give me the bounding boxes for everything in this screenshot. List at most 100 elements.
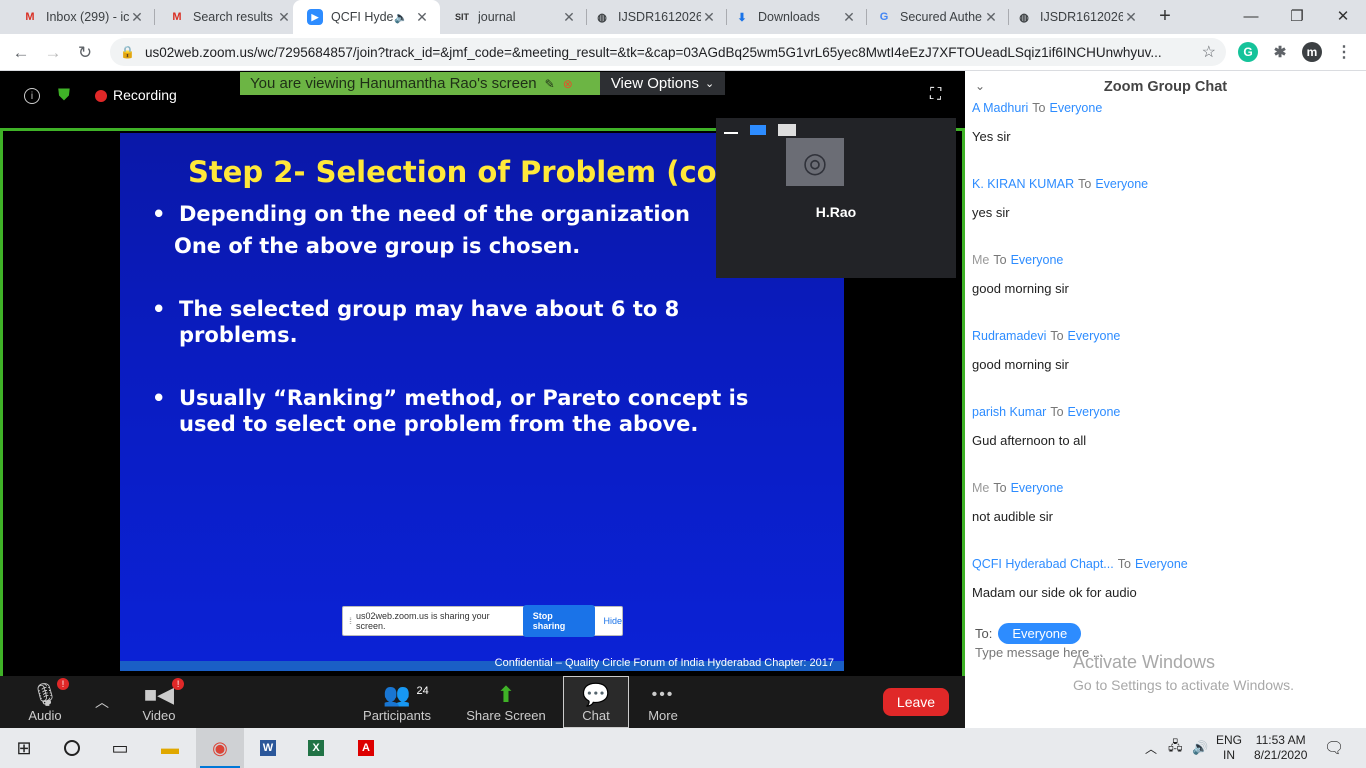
task-view-icon[interactable]: ▭	[96, 728, 144, 768]
close-tab-icon[interactable]: ✕	[129, 9, 145, 26]
slide-footer-text: Confidential – Quality Circle Forum of I…	[494, 657, 834, 669]
chat-message: parish Kumar To Everyone Gud afternoon to a…	[972, 405, 1120, 448]
info-icon[interactable]: i	[24, 88, 40, 104]
tab-secured-auth[interactable]: G Secured Authe ✕	[862, 0, 1009, 34]
new-tab-button[interactable]: +	[1150, 0, 1180, 32]
recipient-dropdown[interactable]: Everyone	[998, 623, 1082, 644]
pen-icon[interactable]: ✎	[545, 77, 555, 91]
chat-sender[interactable]: Me	[972, 253, 989, 267]
close-tab-icon[interactable]: ✕	[414, 9, 430, 26]
chat-message: QCFI Hyderabad Chapt... To Everyone Madam o…	[972, 557, 1188, 600]
tab-inbox[interactable]: M Inbox (299) - ic ✕	[8, 0, 155, 34]
profile-avatar[interactable]: m	[1302, 42, 1322, 62]
chat-panel: ⌄ Zoom Group Chat A Madhuri To Everyone Yes…	[965, 71, 1366, 728]
tab-downloads[interactable]: ⬇ Downloads ✕	[720, 0, 867, 34]
search-icon[interactable]	[48, 728, 96, 768]
restore-button[interactable]: ❐	[1274, 0, 1320, 32]
windows-taskbar: ⊞ ▭ ▬ ◉ W X A ︿ 🖧 🔊 ENG IN 11:53 AM 8/21…	[0, 728, 1366, 768]
windows-start-icon[interactable]: ⊞	[0, 728, 48, 768]
file-explorer-icon[interactable]: ▬	[146, 728, 194, 768]
stop-sharing-button[interactable]: Stop sharing	[522, 605, 596, 637]
network-icon[interactable]: 🖧	[1168, 728, 1183, 768]
view-options-button[interactable]: View Options ⌄	[600, 72, 725, 95]
chat-sender[interactable]: Me	[972, 481, 989, 495]
participants-icon: 👥 24	[383, 681, 429, 707]
tab-ijsdr-2[interactable]: ◍ IJSDR1612026 ✕	[1002, 0, 1149, 34]
gallery-view-icon[interactable]	[778, 124, 796, 136]
more-button[interactable]: ••• More	[640, 676, 686, 728]
chat-recipient: Everyone	[1010, 481, 1064, 495]
tab-qcfi-zoom[interactable]: ▶ QCFI Hyde 🔈 ✕	[293, 0, 440, 34]
close-tab-icon[interactable]: ✕	[841, 9, 857, 26]
gmail-icon: M	[172, 11, 182, 23]
chat-to-word: To	[1078, 177, 1092, 191]
windows-activation-watermark: Activate Windows Go to Settings to activ…	[1073, 652, 1294, 693]
audio-button[interactable]: 🎙! Audio	[20, 676, 70, 728]
clock[interactable]: 11:53 AM 8/21/2020	[1254, 728, 1307, 768]
chat-message: K. KIRAN KUMAR To Everyone yes sir	[972, 177, 1149, 220]
chat-sender[interactable]: Rudramadevi	[972, 329, 1046, 343]
close-window-button[interactable]: ✕	[1320, 0, 1366, 32]
close-tab-icon[interactable]: ✕	[701, 9, 717, 26]
shield-icon[interactable]: ⛊	[58, 87, 70, 105]
grammarly-icon[interactable]: G	[1238, 42, 1258, 62]
speaker-view-icon[interactable]	[750, 125, 766, 135]
drag-handle-icon[interactable]: ⁞⁞	[349, 616, 352, 626]
language-indicator[interactable]: ENG IN	[1216, 728, 1242, 768]
stop-annotation-icon[interactable]: ⊗	[563, 77, 573, 91]
tab-ijsdr-1[interactable]: ◍ IJSDR1612026 ✕	[580, 0, 727, 34]
bookmark-star-icon[interactable]: ☆	[1202, 42, 1216, 62]
volume-icon[interactable]: 🔊	[1192, 728, 1208, 768]
chat-sender[interactable]: QCFI Hyderabad Chapt...	[972, 557, 1114, 571]
zoom-icon: ▶	[307, 9, 323, 25]
chat-sender[interactable]: A Madhuri	[972, 101, 1028, 115]
audio-options-button[interactable]: ︿	[90, 676, 114, 728]
chat-recipient: Everyone	[1095, 177, 1149, 191]
notifications-icon[interactable]: 🗨	[1324, 728, 1344, 768]
minimize-button[interactable]: —	[1228, 0, 1274, 32]
menu-icon[interactable]: ⋮	[1334, 42, 1354, 62]
leave-button[interactable]: Leave	[883, 688, 949, 716]
chat-message-text: good morning sir	[972, 357, 1069, 372]
share-screen-button[interactable]: ⬆ Share Screen	[466, 676, 546, 728]
speaker-icon[interactable]: 🔈	[394, 11, 408, 24]
screen-share-notice: ⁞⁞ us02web.zoom.us is sharing your scree…	[342, 605, 623, 637]
hide-notice-button[interactable]: Hide	[603, 616, 622, 626]
excel-icon[interactable]: X	[292, 728, 340, 768]
share-notice-text: us02web.zoom.us is sharing your screen.	[356, 611, 490, 631]
chevron-up-icon: ︿	[95, 694, 109, 710]
chat-button[interactable]: 💬 Chat	[563, 676, 629, 728]
video-button[interactable]: ■◀! Video	[132, 676, 186, 728]
reload-icon[interactable]: ↻	[72, 40, 98, 66]
forward-icon[interactable]: →	[40, 40, 66, 66]
close-tab-icon[interactable]: ✕	[276, 9, 292, 26]
chat-recipient: Everyone	[1067, 329, 1121, 343]
chat-sender[interactable]: K. KIRAN KUMAR	[972, 177, 1074, 191]
participant-thumbnail[interactable]: ◎ H.Rao	[716, 118, 956, 278]
word-icon[interactable]: W	[244, 728, 292, 768]
acrobat-icon[interactable]: A	[342, 728, 390, 768]
back-icon[interactable]: ←	[8, 40, 34, 66]
minimize-video-icon[interactable]	[724, 132, 738, 134]
url-input[interactable]: 🔒 us02web.zoom.us/wc/7295684857/join?tra…	[110, 38, 1226, 66]
chrome-icon[interactable]: ◉	[196, 728, 244, 768]
zoom-meeting-area: i ⛊ Recording ⛶ Step 2- Selection of Pro…	[0, 71, 965, 742]
tray-chevron-icon[interactable]: ︿	[1145, 728, 1157, 768]
video-camera-icon: ■◀!	[144, 677, 185, 708]
close-tab-icon[interactable]: ✕	[983, 9, 999, 26]
chat-sender[interactable]: parish Kumar	[972, 405, 1046, 419]
fullscreen-icon[interactable]: ⛶	[930, 86, 941, 104]
close-tab-icon[interactable]: ✕	[561, 9, 577, 26]
extensions-icon[interactable]: ✱	[1270, 42, 1290, 62]
recording-label[interactable]: Recording	[113, 87, 177, 103]
google-icon: G	[879, 11, 889, 23]
chat-message: Rudramadevi To Everyone good morning sir	[972, 329, 1121, 372]
participants-button[interactable]: 👥 24 Participants	[362, 676, 432, 728]
chat-message-text: good morning sir	[972, 281, 1069, 296]
recording-dot-icon	[95, 90, 107, 102]
tab-search-results[interactable]: M Search results ✕	[155, 0, 302, 34]
close-tab-icon[interactable]: ✕	[1123, 9, 1139, 26]
url-text: us02web.zoom.us/wc/7295684857/join?track…	[144, 44, 1162, 60]
chat-icon: 💬	[582, 681, 610, 707]
tab-journal[interactable]: SIT journal ✕	[440, 0, 587, 34]
